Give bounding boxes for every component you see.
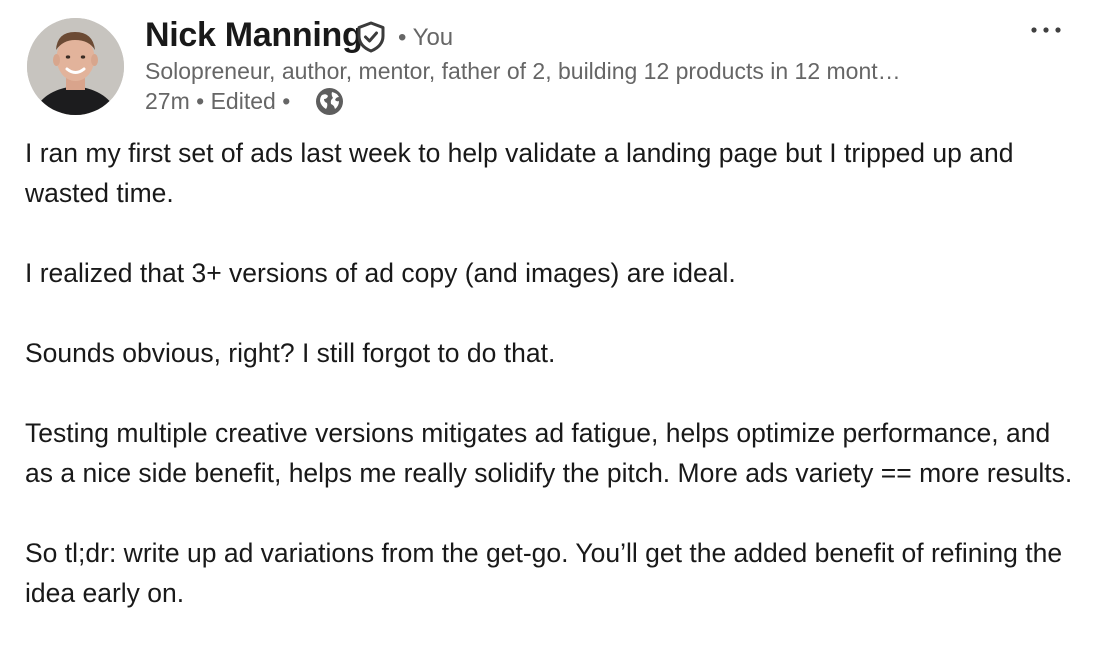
- globe-icon: [315, 87, 344, 116]
- edited-label: Edited: [210, 88, 276, 114]
- post-paragraph: I realized that 3+ versions of ad copy (…: [25, 258, 736, 288]
- meta-separator: •: [196, 88, 205, 114]
- post-paragraph: Sounds obvious, right? I still forgot to…: [25, 338, 556, 368]
- post-body: I ran my first set of ads last week to h…: [25, 133, 1075, 613]
- avatar-photo: [27, 18, 124, 115]
- relationship-label: • You: [398, 24, 454, 51]
- feed-post: Nick Manning • You Solopreneur, author, …: [0, 0, 1094, 666]
- author-headline: Solopreneur, author, mentor, father of 2…: [145, 58, 901, 84]
- post-time: 27m: [145, 88, 190, 114]
- more-options-button[interactable]: [1020, 10, 1072, 50]
- post-meta: 27m • Edited •: [145, 86, 290, 116]
- avatar[interactable]: [27, 18, 124, 115]
- post-paragraph: Testing multiple creative versions mitig…: [25, 418, 1073, 488]
- post-paragraph: So tl;dr: write up ad variations from th…: [25, 538, 1063, 608]
- post-paragraph: I ran my first set of ads last week to h…: [25, 138, 1014, 208]
- verified-shield-icon[interactable]: [356, 21, 386, 53]
- author-name[interactable]: Nick Manning: [145, 14, 363, 56]
- more-options-icon: [1031, 27, 1061, 33]
- meta-separator: •: [282, 88, 291, 114]
